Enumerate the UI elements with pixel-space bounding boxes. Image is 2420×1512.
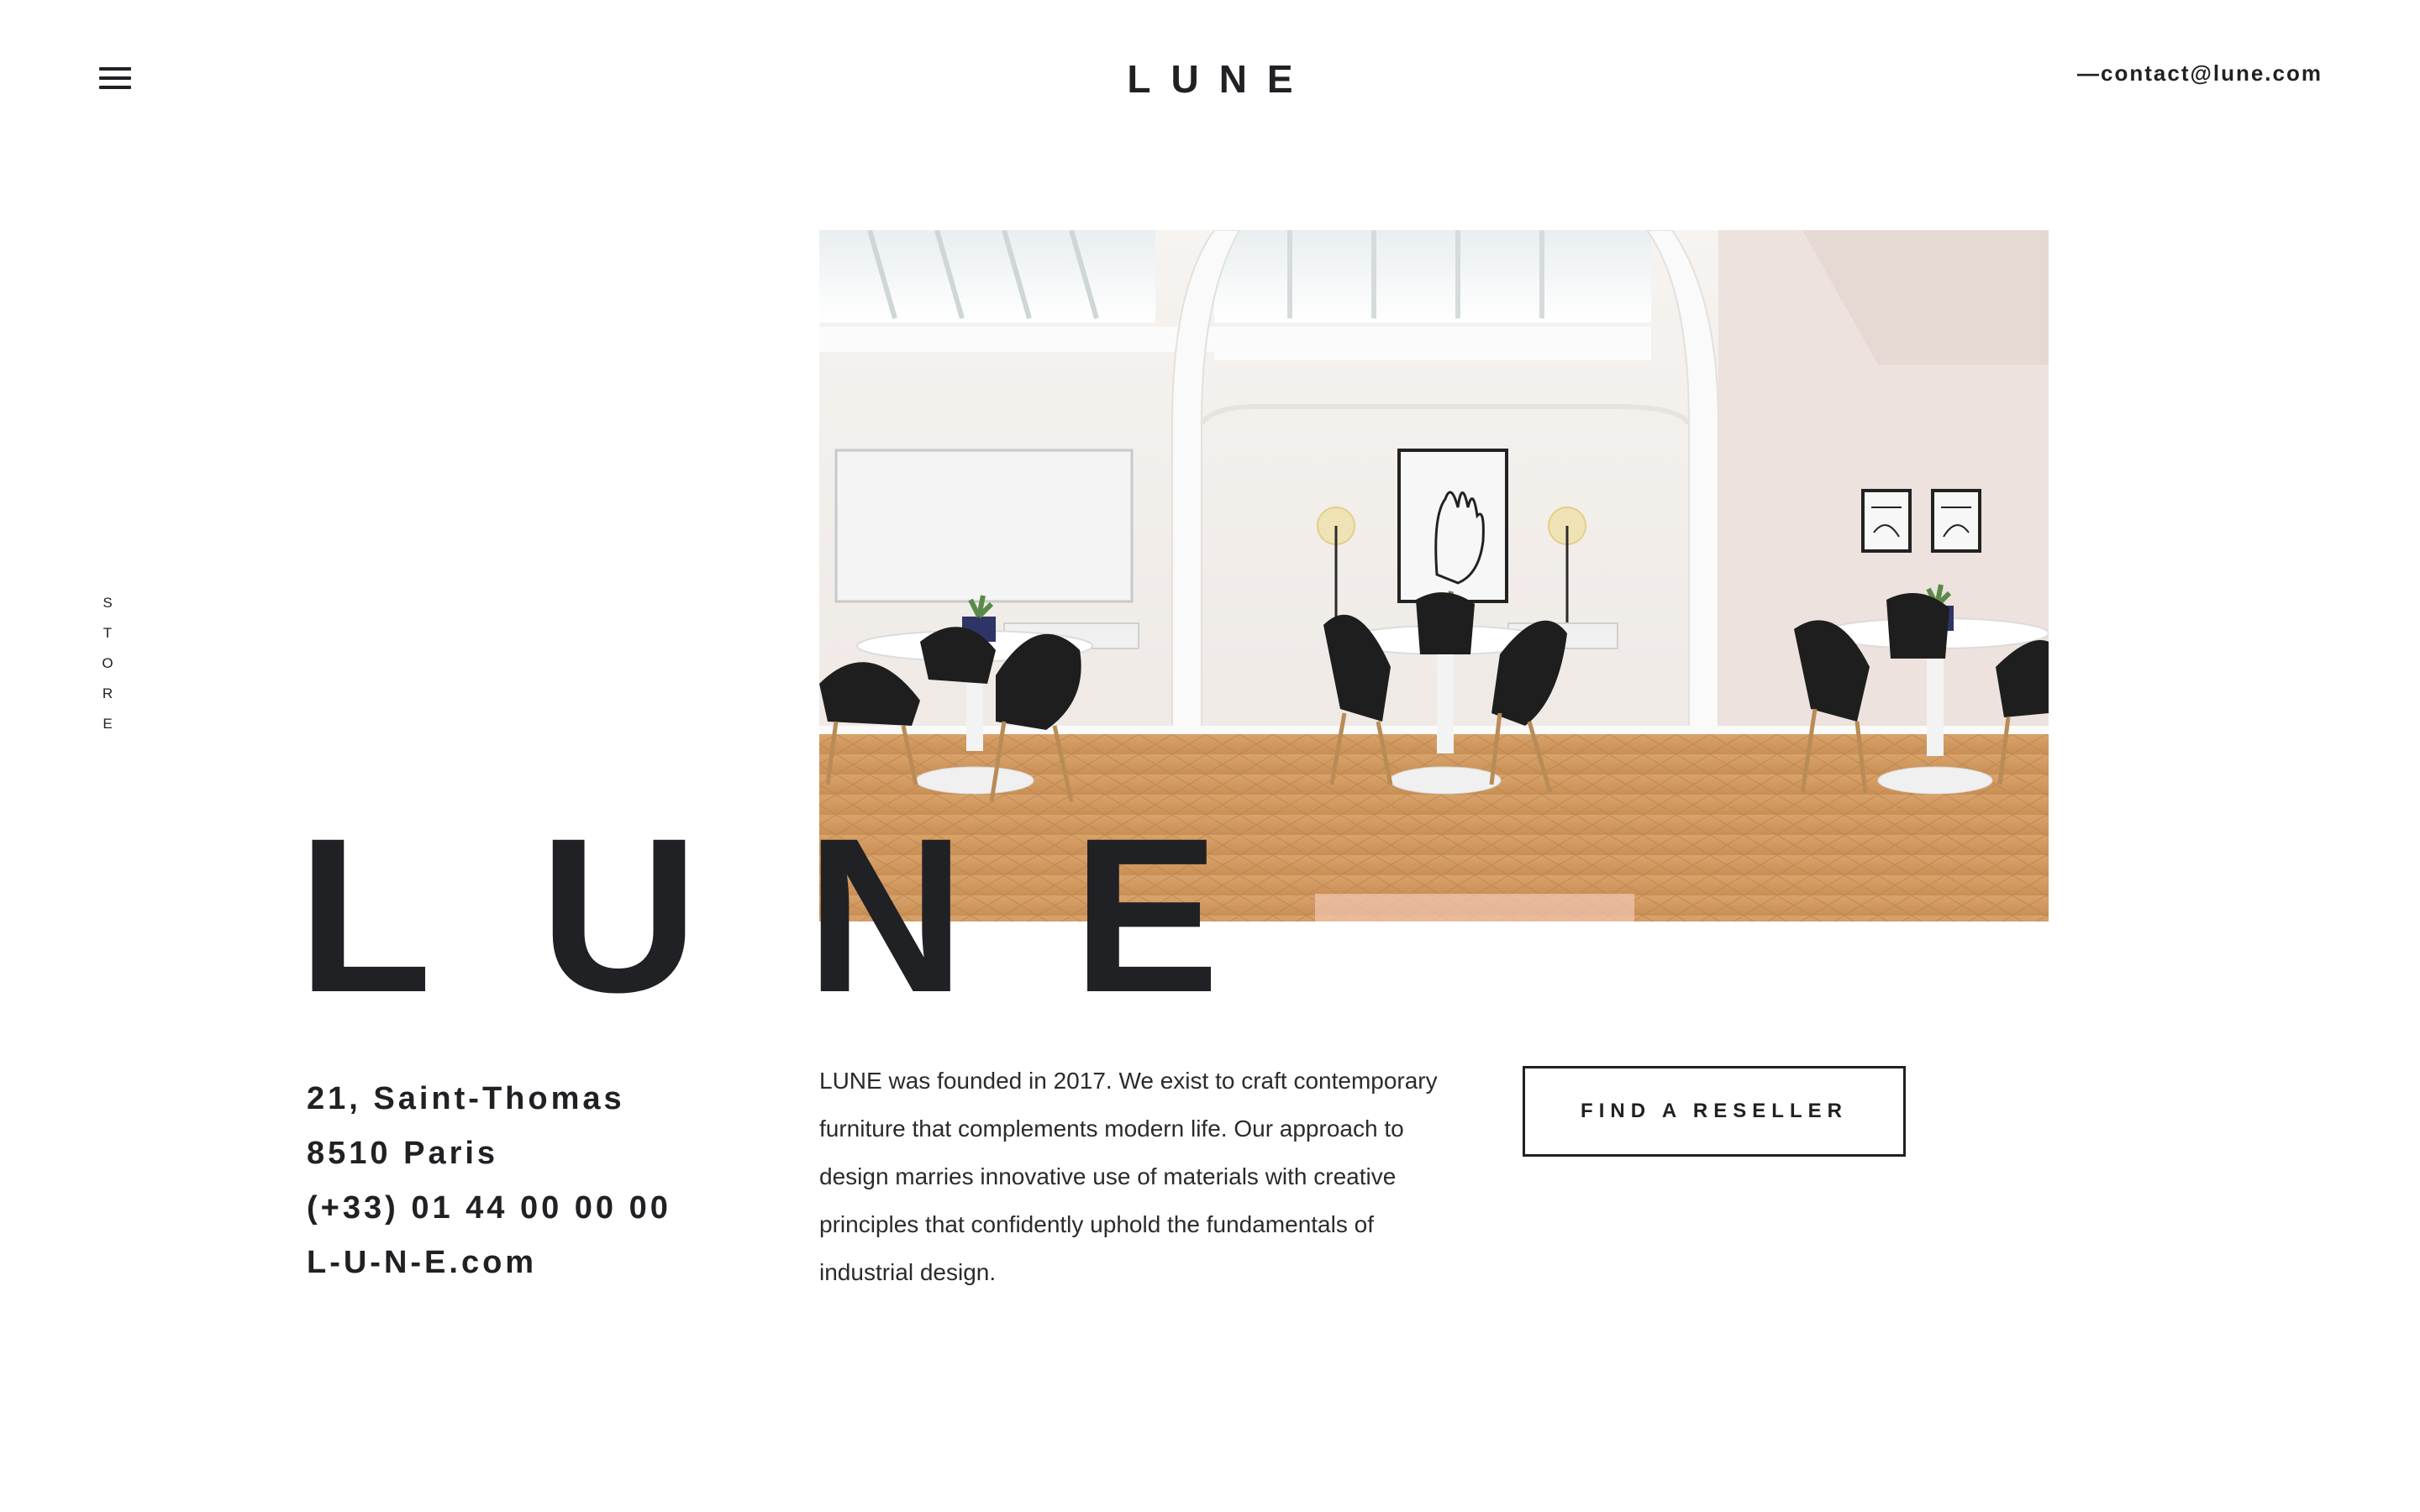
address-phone[interactable]: (+33) 01 44 00 00 00 (307, 1181, 671, 1236)
brand-letter: N (806, 792, 1073, 1038)
brand-letter: L (297, 792, 540, 1038)
hero-brand-title: LUNE (297, 792, 1328, 1038)
side-label-letter: E (103, 716, 113, 732)
find-reseller-button[interactable]: FIND A RESELLER (1523, 1066, 1906, 1157)
side-label-letter: S (103, 595, 113, 611)
side-label-letter: O (102, 655, 113, 671)
page: LUNE —contact@lune.com S T O R E LUNE 21… (0, 0, 2420, 1512)
address-website[interactable]: L-U-N-E.com (307, 1236, 671, 1290)
address-city: 8510 Paris (307, 1136, 499, 1171)
header-logo[interactable]: LUNE (1127, 57, 1313, 101)
address-street: 21, Saint-Thomas (307, 1081, 625, 1116)
address-block: 21, Saint-Thomas 8510 Paris (+33) 01 44 … (307, 1072, 671, 1290)
brand-letter: U (539, 792, 807, 1038)
contact-email-link[interactable]: —contact@lune.com (2077, 59, 2323, 87)
about-paragraph: LUNE was founded in 2017. We exist to cr… (819, 1068, 1438, 1285)
header-logo-container: LUNE (0, 55, 2420, 102)
side-store-label[interactable]: S T O R E (99, 588, 116, 739)
brand-letter: E (1072, 792, 1328, 1038)
side-label-letter: R (102, 685, 113, 701)
side-label-letter: T (103, 625, 113, 641)
